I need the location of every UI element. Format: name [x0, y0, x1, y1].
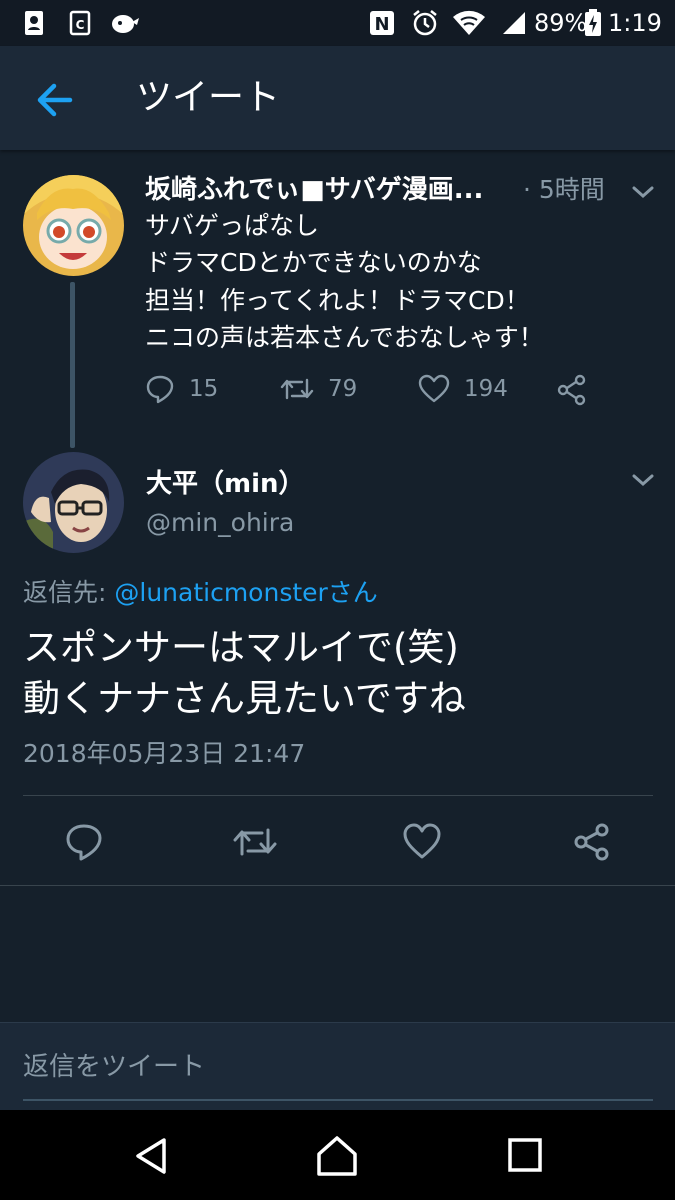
- chevron-down-icon: [632, 474, 654, 487]
- parent-reply-button[interactable]: 15: [145, 374, 218, 404]
- chevron-down-icon: [632, 186, 654, 199]
- nav-recents-button[interactable]: [504, 1134, 548, 1178]
- status-bar: C N 89% 1:19: [0, 0, 675, 46]
- parent-tweet-text-line: サバゲっぱなし: [145, 211, 320, 240]
- main-tweet-avatar[interactable]: [23, 452, 124, 553]
- cat-icon: [110, 10, 140, 36]
- reply-button[interactable]: [64, 822, 104, 862]
- reply-to-prefix: 返信先:: [23, 578, 115, 607]
- nfc-icon: N: [368, 10, 396, 36]
- share-icon: [557, 374, 586, 406]
- reply-to-line: 返信先: @lunaticmonsterさん: [23, 575, 378, 611]
- parent-tweet-menu-button[interactable]: [630, 182, 656, 202]
- retweet-icon: [233, 828, 277, 856]
- battery-icon: [582, 9, 604, 36]
- alarm-icon: [410, 10, 440, 36]
- signal-icon: [500, 10, 528, 36]
- main-tweet-date: 2018年05月23日 21:47: [23, 739, 306, 768]
- retweet-button[interactable]: [232, 822, 278, 862]
- svg-text:N: N: [374, 14, 389, 35]
- back-button[interactable]: [30, 76, 82, 124]
- nav-back-button[interactable]: [130, 1134, 174, 1178]
- heart-icon: [418, 374, 450, 403]
- battery-percent: 89%: [534, 9, 588, 37]
- main-tweet-author-name[interactable]: 大平（min）: [146, 466, 305, 502]
- svg-text:C: C: [76, 18, 85, 32]
- parent-tweet-avatar[interactable]: [23, 175, 124, 276]
- contacts-icon: [22, 10, 46, 36]
- reply-input[interactable]: 返信をツイート: [23, 1049, 205, 1085]
- arrow-left-icon: [37, 83, 73, 117]
- reply-input-underline: [23, 1099, 653, 1101]
- reply-compose-bar: 返信をツイート: [0, 1022, 675, 1111]
- calendar-icon: C: [68, 10, 92, 36]
- wifi-icon: [450, 10, 488, 36]
- parent-tweet-text-line: ドラマCDとかできないのかな: [145, 248, 482, 277]
- nav-home-button[interactable]: [315, 1134, 359, 1178]
- retweet-icon: [280, 378, 314, 400]
- home-icon: [317, 1136, 357, 1176]
- divider: [0, 885, 675, 886]
- system-nav-bar: [0, 1110, 675, 1200]
- thread-connector-line: [70, 282, 75, 448]
- triangle-back-icon: [136, 1138, 166, 1174]
- parent-tweet-timestamp: · 5時間: [523, 175, 605, 204]
- divider: [23, 795, 653, 796]
- parent-retweet-count: 79: [328, 376, 358, 402]
- parent-like-count: 194: [464, 376, 508, 402]
- parent-tweet-text-line: 担当！作ってくれよ！ドラマCD！: [145, 286, 530, 315]
- parent-like-button[interactable]: 194: [418, 374, 508, 404]
- square-recents-icon: [508, 1138, 542, 1172]
- like-button[interactable]: [402, 822, 442, 862]
- parent-share-button[interactable]: [556, 374, 588, 406]
- parent-reply-count: 15: [189, 376, 219, 402]
- parent-retweet-button[interactable]: 79: [280, 374, 357, 404]
- main-tweet-menu-button[interactable]: [630, 470, 656, 490]
- parent-tweet-text-line: ニコの声は若本さんでおなしゃす！: [145, 323, 544, 352]
- reply-to-mention-link[interactable]: @lunaticmonsterさん: [114, 578, 377, 607]
- reply-icon: [146, 375, 174, 404]
- share-icon: [574, 823, 609, 861]
- main-tweet-author-handle[interactable]: @min_ohira: [146, 506, 294, 540]
- parent-tweet-author-name[interactable]: 坂崎ふれでぃ■サバゲ漫画...: [145, 172, 483, 208]
- share-button[interactable]: [572, 822, 612, 862]
- main-tweet-text-line: 動くナナさん見たいですね: [23, 677, 466, 720]
- app-toolbar: ツイート: [0, 46, 675, 150]
- clock: 1:19: [608, 9, 662, 37]
- reply-icon: [66, 824, 102, 861]
- heart-icon: [403, 823, 441, 859]
- main-tweet-text-line: スポンサーはマルイで(笑): [23, 626, 459, 669]
- page-title: ツイート: [136, 77, 281, 118]
